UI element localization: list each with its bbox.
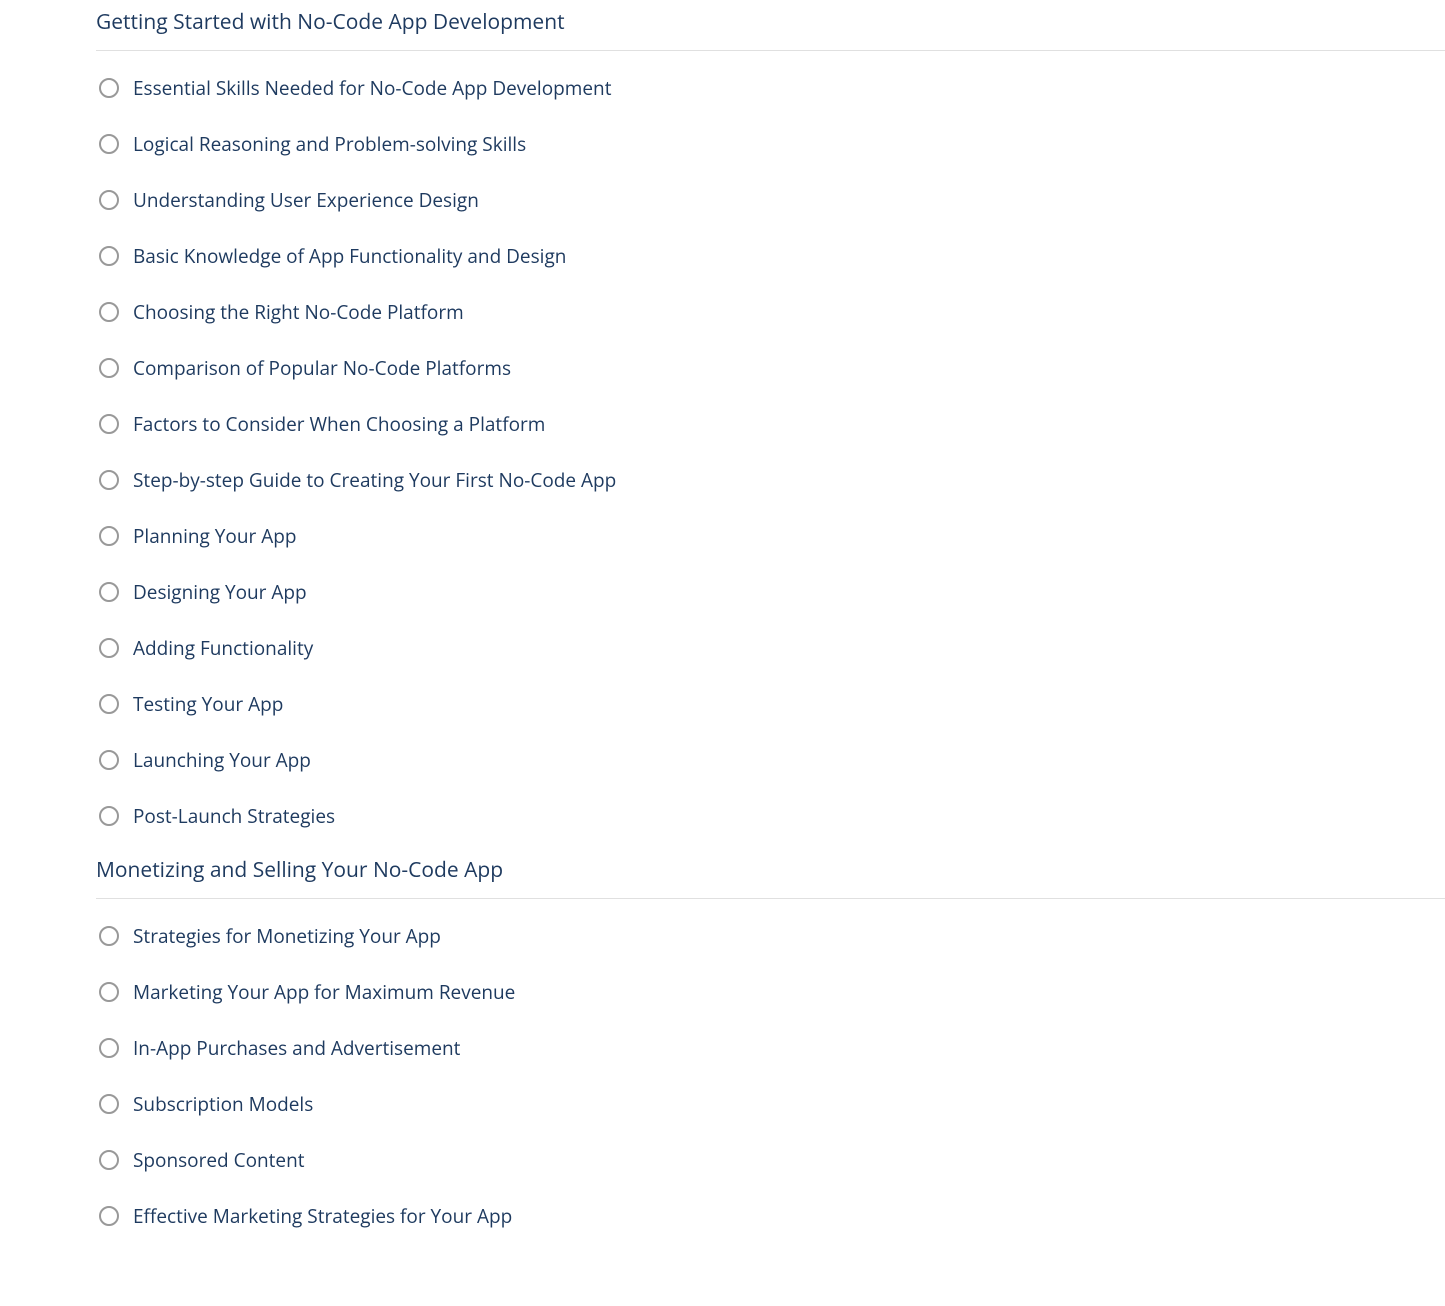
circle-checkbox-icon[interactable] [99,526,119,546]
circle-checkbox-icon[interactable] [99,78,119,98]
lesson-item[interactable]: Logical Reasoning and Problem-solving Sk… [96,116,1445,172]
circle-checkbox-icon[interactable] [99,358,119,378]
lesson-item[interactable]: Sponsored Content [96,1132,1445,1188]
circle-checkbox-icon[interactable] [99,750,119,770]
lesson-item[interactable]: Testing Your App [96,676,1445,732]
lesson-label: Post-Launch Strategies [133,803,335,829]
lesson-label: Step-by-step Guide to Creating Your Firs… [133,467,616,493]
lesson-label: Logical Reasoning and Problem-solving Sk… [133,131,526,157]
section-title: Monetizing and Selling Your No-Code App [96,848,1445,899]
course-section: Monetizing and Selling Your No-Code App … [96,848,1445,1248]
circle-checkbox-icon[interactable] [99,302,119,322]
lesson-label: Sponsored Content [133,1147,305,1173]
circle-checkbox-icon[interactable] [99,1038,119,1058]
circle-checkbox-icon[interactable] [99,1094,119,1114]
lesson-item[interactable]: Understanding User Experience Design [96,172,1445,228]
lesson-label: Launching Your App [133,747,311,773]
circle-checkbox-icon[interactable] [99,982,119,1002]
circle-checkbox-icon[interactable] [99,638,119,658]
lesson-label: Marketing Your App for Maximum Revenue [133,979,515,1005]
circle-checkbox-icon[interactable] [99,694,119,714]
circle-checkbox-icon[interactable] [99,1206,119,1226]
lesson-item[interactable]: In-App Purchases and Advertisement [96,1020,1445,1076]
circle-checkbox-icon[interactable] [99,414,119,434]
section-items: Essential Skills Needed for No-Code App … [96,51,1445,848]
lesson-item[interactable]: Planning Your App [96,508,1445,564]
lesson-item[interactable]: Subscription Models [96,1076,1445,1132]
lesson-item[interactable]: Comparison of Popular No-Code Platforms [96,340,1445,396]
lesson-item[interactable]: Essential Skills Needed for No-Code App … [96,60,1445,116]
lesson-label: Basic Knowledge of App Functionality and… [133,243,566,269]
lesson-item[interactable]: Choosing the Right No-Code Platform [96,284,1445,340]
lesson-label: Effective Marketing Strategies for Your … [133,1203,512,1229]
course-section: Getting Started with No-Code App Develop… [96,0,1445,848]
lesson-label: In-App Purchases and Advertisement [133,1035,460,1061]
circle-checkbox-icon[interactable] [99,470,119,490]
lesson-item[interactable]: Basic Knowledge of App Functionality and… [96,228,1445,284]
lesson-item[interactable]: Strategies for Monetizing Your App [96,908,1445,964]
lesson-label: Understanding User Experience Design [133,187,479,213]
section-items: Strategies for Monetizing Your App Marke… [96,899,1445,1248]
lesson-item[interactable]: Factors to Consider When Choosing a Plat… [96,396,1445,452]
circle-checkbox-icon[interactable] [99,1150,119,1170]
lesson-label: Planning Your App [133,523,296,549]
lesson-label: Essential Skills Needed for No-Code App … [133,75,611,101]
circle-checkbox-icon[interactable] [99,246,119,266]
lesson-label: Testing Your App [133,691,283,717]
lesson-item[interactable]: Step-by-step Guide to Creating Your Firs… [96,452,1445,508]
lesson-item[interactable]: Adding Functionality [96,620,1445,676]
lesson-label: Factors to Consider When Choosing a Plat… [133,411,545,437]
circle-checkbox-icon[interactable] [99,806,119,826]
circle-checkbox-icon[interactable] [99,190,119,210]
lesson-label: Designing Your App [133,579,307,605]
lesson-label: Subscription Models [133,1091,313,1117]
lesson-item[interactable]: Designing Your App [96,564,1445,620]
lesson-label: Strategies for Monetizing Your App [133,923,441,949]
lesson-label: Choosing the Right No-Code Platform [133,299,464,325]
lesson-label: Comparison of Popular No-Code Platforms [133,355,511,381]
lesson-item[interactable]: Effective Marketing Strategies for Your … [96,1188,1445,1244]
circle-checkbox-icon[interactable] [99,926,119,946]
circle-checkbox-icon[interactable] [99,582,119,602]
lesson-label: Adding Functionality [133,635,313,661]
lesson-item[interactable]: Post-Launch Strategies [96,788,1445,844]
lesson-item[interactable]: Marketing Your App for Maximum Revenue [96,964,1445,1020]
course-outline-container: Getting Started with No-Code App Develop… [0,0,1445,1248]
section-title: Getting Started with No-Code App Develop… [96,0,1445,51]
circle-checkbox-icon[interactable] [99,134,119,154]
lesson-item[interactable]: Launching Your App [96,732,1445,788]
